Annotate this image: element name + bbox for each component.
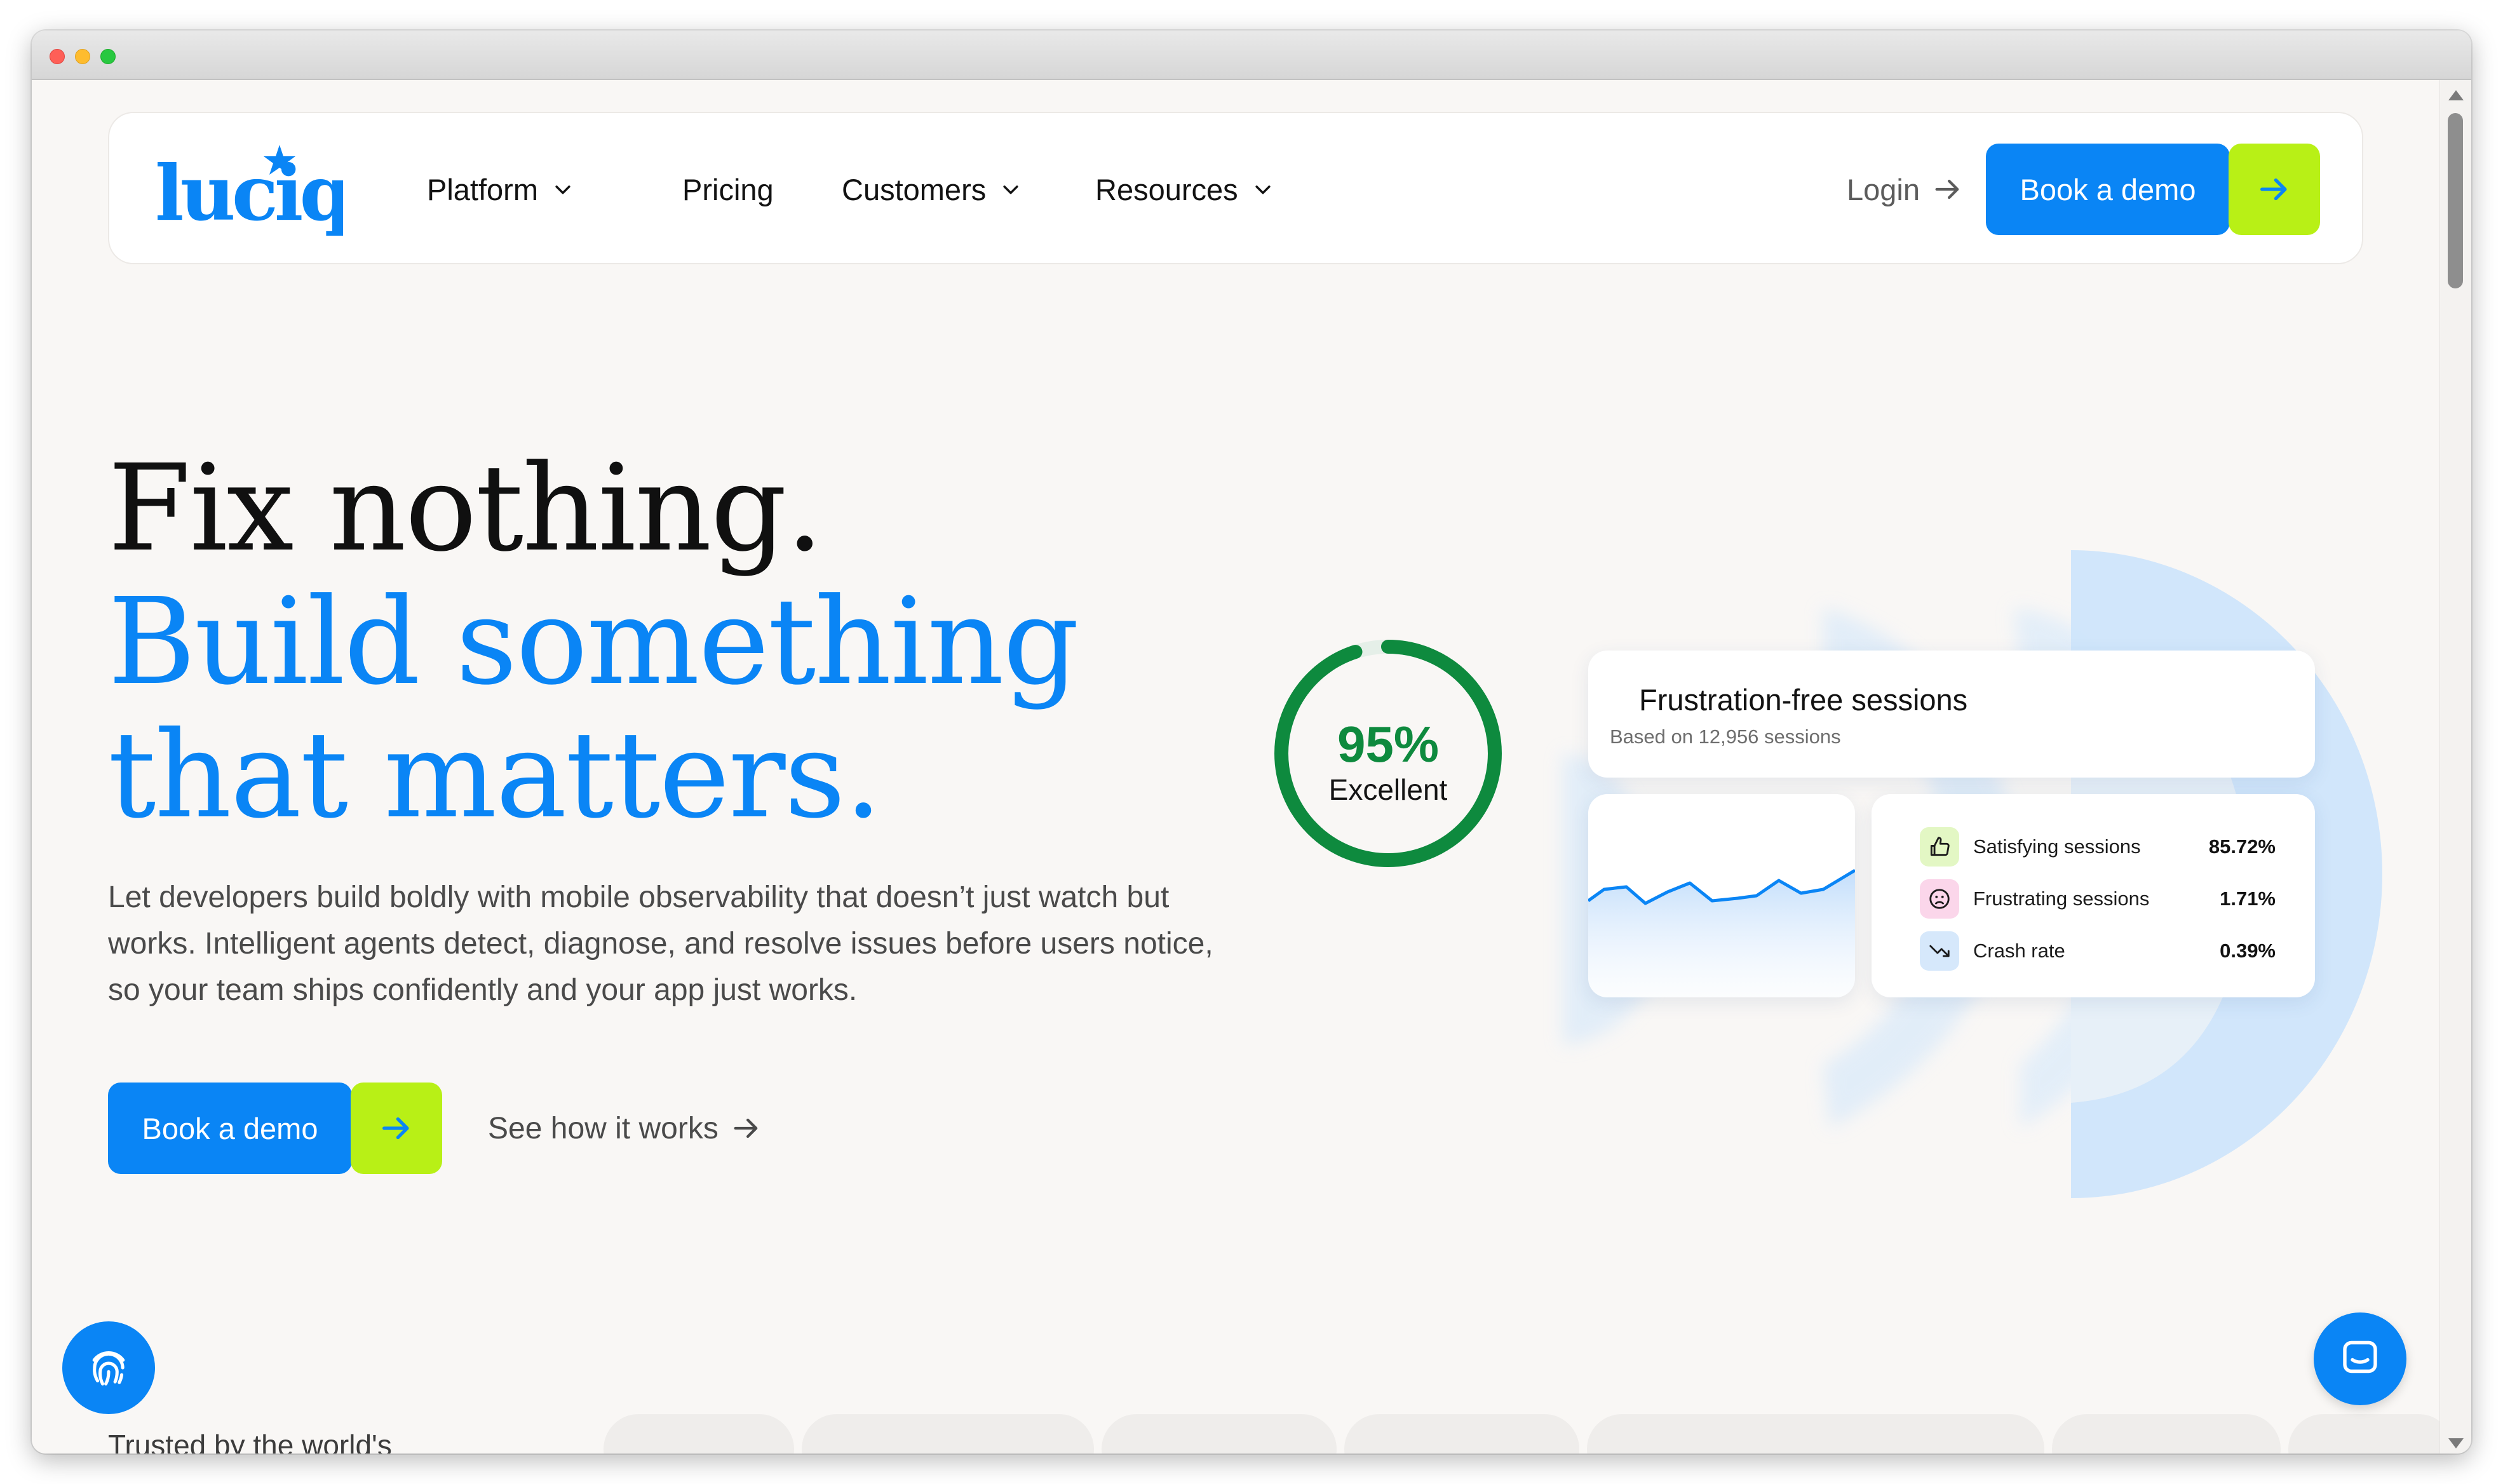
chevron-down-icon	[555, 186, 570, 194]
nav-pricing-label: Pricing	[682, 172, 774, 206]
customer-logo-pill	[2288, 1414, 2439, 1454]
nav-resources[interactable]: Resources	[1095, 169, 1274, 210]
sessions-title-card: Frustration-free sessions Based on 12,95…	[1588, 651, 2315, 778]
scroll-down-arrow[interactable]	[2448, 1438, 2464, 1448]
stat-value: 1.71%	[2220, 887, 2276, 910]
sessions-card-subtitle: Based on 12,956 sessions	[1610, 725, 1841, 748]
nav-platform-label: Platform	[427, 172, 538, 206]
stat-value: 85.72%	[2208, 835, 2276, 858]
login-label: Login	[1847, 172, 1920, 206]
browser-window: luciq Platform Pricing Customers Resourc…	[32, 30, 2471, 1454]
stat-row-satisfying: Satisfying sessions 85.72%	[1920, 827, 2276, 867]
stat-row-crash: Crash rate 0.39%	[1920, 931, 2276, 971]
hero-heading-line-1: Fix nothing.	[108, 439, 824, 578]
score-label: Excellent	[1328, 773, 1448, 806]
sessions-stats-card: Satisfying sessions 85.72% Frustrating s…	[1872, 794, 2315, 997]
score-value: 95%	[1337, 716, 1440, 772]
scrollbar-thumb[interactable]	[2448, 113, 2463, 288]
stat-label: Satisfying sessions	[1973, 835, 2141, 858]
stat-value: 0.39%	[2220, 940, 2276, 962]
sessions-sparkline-card	[1588, 794, 1855, 997]
nav-pricing[interactable]: Pricing	[682, 169, 774, 210]
sessions-card-title: Frustration-free sessions	[1639, 683, 1968, 717]
nav-resources-label: Resources	[1095, 172, 1238, 206]
nav-platform[interactable]: Platform	[427, 169, 574, 210]
see-how-it-works-label: See how it works	[488, 1111, 719, 1145]
fingerprint-icon	[92, 1351, 125, 1386]
page-viewport: luciq Platform Pricing Customers Resourc…	[32, 80, 2439, 1454]
nav-customers[interactable]: Customers	[842, 169, 1022, 210]
customer-logo-pill	[802, 1414, 1094, 1454]
thumbs-up-icon	[1920, 827, 1959, 867]
arrow-right-icon	[2260, 178, 2287, 201]
frown-face-icon	[1920, 879, 1959, 919]
chevron-down-icon	[1255, 186, 1271, 194]
chevron-down-icon	[1003, 186, 1018, 194]
close-window-button[interactable]	[50, 49, 65, 64]
scroll-up-arrow[interactable]	[2448, 90, 2464, 100]
stat-label: Crash rate	[1973, 940, 2065, 962]
arrow-right-icon	[734, 1118, 758, 1138]
book-demo-button[interactable]: Book a demo	[1986, 144, 2230, 235]
window-titlebar	[32, 30, 2471, 80]
luciq-logo[interactable]: luciq	[152, 138, 343, 240]
minimize-window-button[interactable]	[75, 49, 90, 64]
page-scrollbar[interactable]	[2439, 80, 2471, 1454]
hero-book-demo-button[interactable]: Book a demo	[108, 1083, 352, 1174]
svg-text:luciq: luciq	[155, 149, 343, 238]
arrow-right-icon	[382, 1117, 409, 1140]
customer-logo-pill	[1344, 1414, 1579, 1454]
nav-customers-label: Customers	[842, 172, 987, 206]
hero-description: Let developers build boldly with mobile …	[108, 880, 1213, 1007]
arrow-right-icon	[1935, 179, 1959, 199]
chat-icon	[2343, 1340, 2377, 1373]
top-navigation: luciq Platform Pricing Customers Resourc…	[108, 112, 2363, 264]
customer-logo-pill	[1102, 1414, 1337, 1454]
trend-down-icon	[1920, 931, 1959, 971]
hero-book-demo-arrow-button[interactable]	[351, 1083, 442, 1174]
chat-launcher-button[interactable]	[2314, 1312, 2406, 1405]
book-demo-arrow-button[interactable]	[2229, 144, 2320, 235]
hero-heading-line-2: Build something	[108, 572, 1079, 712]
maximize-window-button[interactable]	[100, 49, 116, 64]
stat-label: Frustrating sessions	[1973, 887, 2150, 910]
customer-logo-pill	[2052, 1414, 2281, 1454]
see-how-it-works-link[interactable]: See how it works	[488, 1108, 763, 1149]
trusted-by-heading: Trusted by the world's	[108, 1429, 392, 1454]
login-link[interactable]: Login	[1847, 169, 1964, 210]
fingerprint-button[interactable]	[62, 1321, 155, 1414]
hero-heading-line-3: that matters.	[108, 706, 882, 845]
customer-logo-pill	[604, 1414, 794, 1454]
stat-row-frustrating: Frustrating sessions 1.71%	[1920, 879, 2276, 919]
customer-logo-pill	[1587, 1414, 2044, 1454]
sessions-sparkline	[1588, 868, 1855, 997]
